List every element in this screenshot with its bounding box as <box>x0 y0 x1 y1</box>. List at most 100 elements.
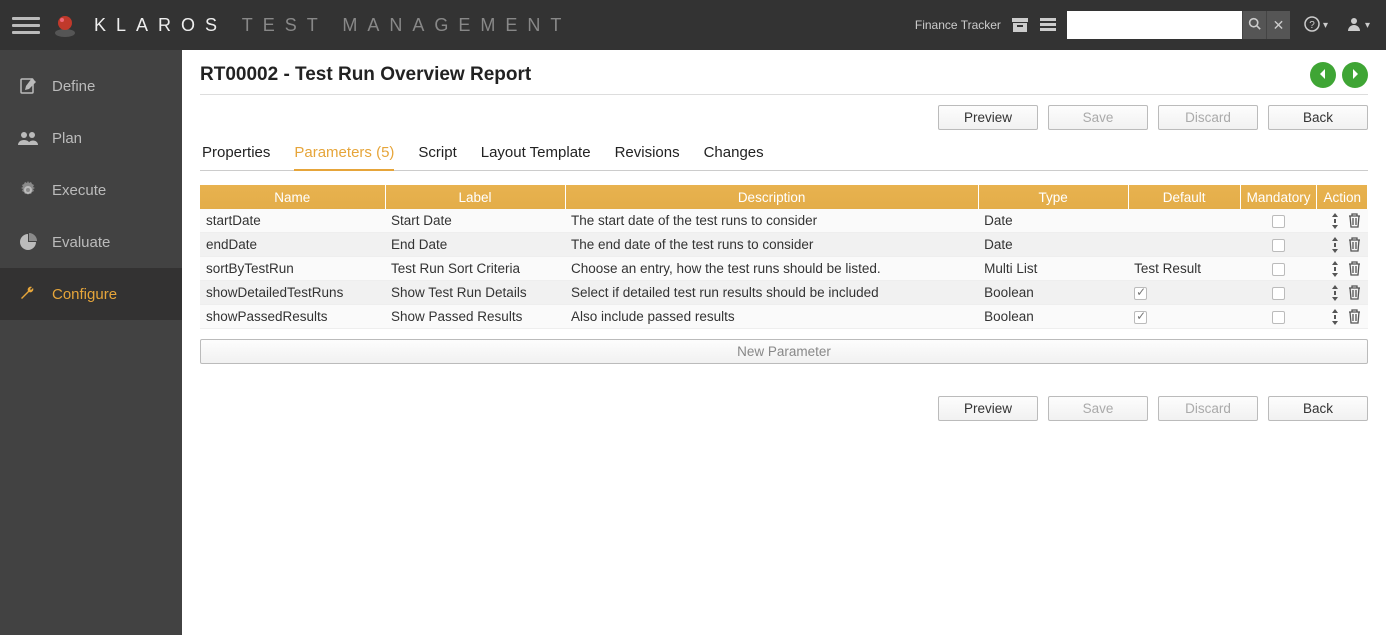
cell-type[interactable]: Date <box>978 209 1128 233</box>
save-button[interactable]: Save <box>1048 105 1148 130</box>
back-button[interactable]: Back <box>1268 396 1368 421</box>
cell-name[interactable]: sortByTestRun <box>200 257 385 281</box>
mandatory-checkbox[interactable] <box>1272 263 1285 276</box>
column-header-type[interactable]: Type <box>978 185 1128 209</box>
preview-button[interactable]: Preview <box>938 105 1038 130</box>
drag-handle-icon[interactable] <box>1328 286 1342 300</box>
help-menu[interactable]: ? ▾ <box>1300 16 1332 35</box>
delete-icon[interactable] <box>1348 310 1362 324</box>
arrow-left-icon <box>1316 67 1330 84</box>
drag-handle-icon[interactable] <box>1328 214 1342 228</box>
gear-icon <box>18 180 38 200</box>
cell-name[interactable]: showPassedResults <box>200 305 385 329</box>
cell-default[interactable] <box>1128 209 1240 233</box>
column-header-default[interactable]: Default <box>1128 185 1240 209</box>
cell-mandatory[interactable] <box>1240 209 1317 233</box>
cell-default[interactable] <box>1128 305 1240 329</box>
cell-label[interactable]: End Date <box>385 233 565 257</box>
svg-text:?: ? <box>1309 20 1315 31</box>
cell-mandatory[interactable] <box>1240 281 1317 305</box>
sidebar-item-execute[interactable]: Execute <box>0 164 182 216</box>
discard-button[interactable]: Discard <box>1158 396 1258 421</box>
sidebar-item-define[interactable]: Define <box>0 60 182 112</box>
hamburger-menu-icon[interactable] <box>12 11 40 39</box>
action-buttons-bottom: Preview Save Discard Back <box>200 396 1368 421</box>
column-header-name[interactable]: Name <box>200 185 385 209</box>
cell-name[interactable]: showDetailedTestRuns <box>200 281 385 305</box>
table-row[interactable]: showDetailedTestRunsShow Test Run Detail… <box>200 281 1368 305</box>
delete-icon[interactable] <box>1348 262 1362 276</box>
tab-layout-template[interactable]: Layout Template <box>481 138 591 170</box>
cell-description[interactable]: The start date of the test runs to consi… <box>565 209 978 233</box>
cell-default[interactable]: Test Result <box>1128 257 1240 281</box>
wrench-icon <box>18 284 38 304</box>
archive-icon[interactable] <box>1011 16 1029 34</box>
chevron-down-icon: ▾ <box>1365 20 1370 31</box>
cell-action <box>1317 281 1368 305</box>
cell-name[interactable]: endDate <box>200 233 385 257</box>
project-name[interactable]: Finance Tracker <box>915 18 1001 32</box>
delete-icon[interactable] <box>1348 214 1362 228</box>
default-checkbox[interactable] <box>1134 287 1147 300</box>
user-menu[interactable]: ▾ <box>1342 16 1374 35</box>
discard-button[interactable]: Discard <box>1158 105 1258 130</box>
cell-label[interactable]: Show Passed Results <box>385 305 565 329</box>
tab-parameters[interactable]: Parameters (5) <box>294 138 394 171</box>
preview-button[interactable]: Preview <box>938 396 1038 421</box>
sidebar-item-plan[interactable]: Plan <box>0 112 182 164</box>
search-button[interactable] <box>1242 11 1266 39</box>
mandatory-checkbox[interactable] <box>1272 215 1285 228</box>
cell-default[interactable] <box>1128 233 1240 257</box>
tab-properties[interactable]: Properties <box>202 138 270 170</box>
cell-label[interactable]: Show Test Run Details <box>385 281 565 305</box>
drag-handle-icon[interactable] <box>1328 310 1342 324</box>
table-row[interactable]: showPassedResultsShow Passed ResultsAlso… <box>200 305 1368 329</box>
cell-label[interactable]: Test Run Sort Criteria <box>385 257 565 281</box>
mandatory-checkbox[interactable] <box>1272 287 1285 300</box>
delete-icon[interactable] <box>1348 286 1362 300</box>
cell-type[interactable]: Boolean <box>978 281 1128 305</box>
default-checkbox[interactable] <box>1134 311 1147 324</box>
new-parameter-button[interactable]: New Parameter <box>200 339 1368 364</box>
cell-mandatory[interactable] <box>1240 233 1317 257</box>
top-right-toolbar: Finance Tracker ✕ ? ▾ <box>915 11 1374 39</box>
mandatory-checkbox[interactable] <box>1272 239 1285 252</box>
list-icon[interactable] <box>1039 16 1057 34</box>
save-button[interactable]: Save <box>1048 396 1148 421</box>
sidebar-item-evaluate[interactable]: Evaluate <box>0 216 182 268</box>
table-row[interactable]: startDateStart DateThe start date of the… <box>200 209 1368 233</box>
prev-button[interactable] <box>1310 62 1336 88</box>
cell-mandatory[interactable] <box>1240 257 1317 281</box>
mandatory-checkbox[interactable] <box>1272 311 1285 324</box>
tab-changes[interactable]: Changes <box>704 138 764 170</box>
search-clear-button[interactable]: ✕ <box>1266 11 1290 39</box>
tab-script[interactable]: Script <box>418 138 456 170</box>
drag-handle-icon[interactable] <box>1328 238 1342 252</box>
table-row[interactable]: sortByTestRunTest Run Sort CriteriaChoos… <box>200 257 1368 281</box>
cell-type[interactable]: Multi List <box>978 257 1128 281</box>
cell-name[interactable]: startDate <box>200 209 385 233</box>
cell-type[interactable]: Date <box>978 233 1128 257</box>
cell-description[interactable]: Select if detailed test run results shou… <box>565 281 978 305</box>
search-input[interactable] <box>1067 11 1242 39</box>
back-button[interactable]: Back <box>1268 105 1368 130</box>
column-header-mandatory[interactable]: Mandatory <box>1240 185 1317 209</box>
cell-type[interactable]: Boolean <box>978 305 1128 329</box>
cell-description[interactable]: Choose an entry, how the test runs shoul… <box>565 257 978 281</box>
column-header-description[interactable]: Description <box>565 185 978 209</box>
parameters-table: Name Label Description Type Default Mand… <box>200 185 1368 329</box>
cell-default[interactable] <box>1128 281 1240 305</box>
cell-description[interactable]: Also include passed results <box>565 305 978 329</box>
cell-description[interactable]: The end date of the test runs to conside… <box>565 233 978 257</box>
cell-mandatory[interactable] <box>1240 305 1317 329</box>
tab-revisions[interactable]: Revisions <box>615 138 680 170</box>
sidebar-item-configure[interactable]: Configure <box>0 268 182 320</box>
drag-handle-icon[interactable] <box>1328 262 1342 276</box>
edit-icon <box>18 76 38 96</box>
column-header-label[interactable]: Label <box>385 185 565 209</box>
delete-icon[interactable] <box>1348 238 1362 252</box>
sidebar-item-label: Plan <box>52 130 82 147</box>
table-row[interactable]: endDateEnd DateThe end date of the test … <box>200 233 1368 257</box>
next-button[interactable] <box>1342 62 1368 88</box>
cell-label[interactable]: Start Date <box>385 209 565 233</box>
